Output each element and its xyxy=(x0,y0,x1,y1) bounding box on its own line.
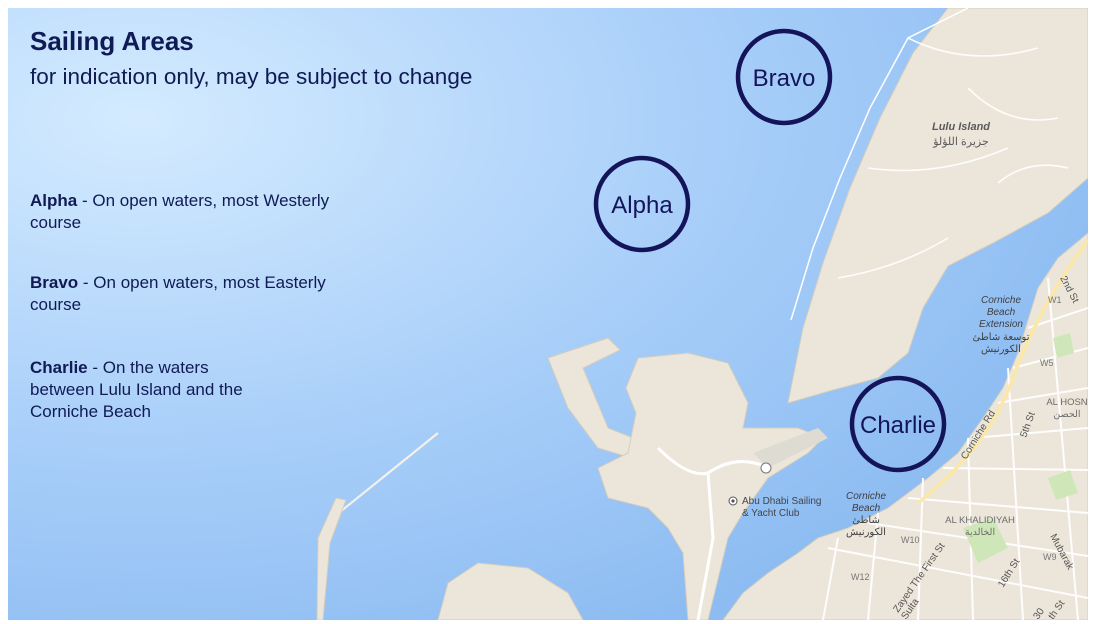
corniche-ext-label-1: Corniche xyxy=(981,295,1021,306)
legend-separator: - xyxy=(78,273,94,292)
charlie-marker-label: Charlie xyxy=(860,412,936,439)
bravo-marker-label: Bravo xyxy=(753,65,816,92)
al-khalidiyah-label: AL KHALIDIYAH xyxy=(945,515,1015,526)
lulu-island-label: Lulu Island xyxy=(932,121,990,133)
corniche-ext-ar-2: الكورنيش xyxy=(981,344,1021,355)
corniche-beach-label-1: Corniche xyxy=(846,491,886,502)
yacht-club-pin-dot xyxy=(731,499,735,503)
marina-icon xyxy=(760,462,772,474)
legend-separator: - xyxy=(87,358,103,377)
legend-name: Alpha xyxy=(30,191,78,210)
corniche-beach-label-2: Beach xyxy=(852,503,881,514)
corniche-beach-ar-1: شاطئ xyxy=(852,515,880,526)
al-hosn-ar-label: الحصن xyxy=(1053,409,1080,420)
page-title: Sailing Areas xyxy=(30,26,194,56)
page-subtitle: for indication only, may be subject to c… xyxy=(30,64,473,89)
zone-w9-label: W9 xyxy=(1043,552,1057,562)
yacht-club-label-2: & Yacht Club xyxy=(742,508,800,519)
legend-item-bravo: Bravo - On open waters, most Easterly co… xyxy=(30,272,330,316)
legend-item-alpha: Alpha - On open waters, most Westerly co… xyxy=(30,190,330,234)
al-hosn-label: AL HOSN xyxy=(1046,397,1087,408)
legend-separator: - xyxy=(77,191,93,210)
legend-item-charlie: Charlie - On the waters between Lulu Isl… xyxy=(30,357,270,423)
zone-w12-label: W12 xyxy=(851,572,870,582)
yacht-club-label-1: Abu Dhabi Sailing xyxy=(742,496,822,507)
zone-w1-label: W1 xyxy=(1048,295,1062,305)
legend-name: Charlie xyxy=(30,358,88,377)
corniche-beach-ar-2: الكورنيش xyxy=(846,527,886,538)
alpha-marker-label: Alpha xyxy=(611,192,673,219)
al-khalidiyah-ar-label: الخالدية xyxy=(965,527,995,538)
legend-name: Bravo xyxy=(30,273,79,292)
corniche-ext-label-2: Beach xyxy=(987,307,1016,318)
zone-w5-label: W5 xyxy=(1040,358,1054,368)
lulu-island-ar-label: جزيرة اللؤلؤ xyxy=(932,136,989,148)
sailing-areas-slide: Lulu Island جزيرة اللؤلؤ Corniche Beach … xyxy=(8,8,1088,620)
corniche-ext-ar-1: توسعة شاطئ xyxy=(972,332,1029,343)
corniche-ext-label-3: Extension xyxy=(979,319,1023,330)
zone-w10-label: W10 xyxy=(901,535,920,545)
